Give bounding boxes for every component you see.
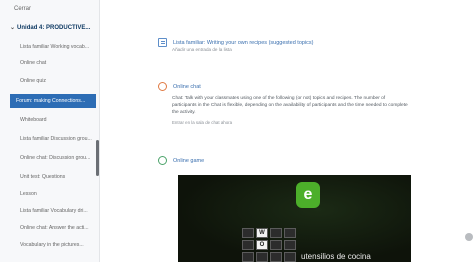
sidebar-item[interactable]: Lista familiar Working vocab... xyxy=(14,40,96,54)
chevron-down-icon: ⌄ xyxy=(10,25,16,31)
card-subtitle[interactable]: Añadir una entrada de la lista xyxy=(172,47,410,52)
sidebar-item[interactable]: Unit test: Questions xyxy=(14,170,96,184)
embedded-video[interactable]: e W O utensilios de cocina xyxy=(178,175,411,262)
grid-letter: W xyxy=(256,228,268,238)
sidebar-item[interactable]: Online chat: Answer the acti... xyxy=(14,221,96,235)
sidebar-top-item[interactable]: Cerrar xyxy=(14,6,31,12)
card-title-link[interactable]: Lista familiar: Writing your own recipes… xyxy=(173,40,314,46)
chat-icon xyxy=(158,82,167,91)
activity-card-chat: Online chat Chat: Talk with your classma… xyxy=(158,82,410,125)
crossword-grid: W O xyxy=(242,228,302,262)
course-sidebar: Cerrar ⌄ Unidad 4: PRODUCTIVE... Lista f… xyxy=(0,0,100,262)
sidebar-scrollbar[interactable] xyxy=(96,140,99,176)
sidebar-item[interactable]: Lista familiar Vocabulary dri... xyxy=(14,204,96,218)
card-action-link[interactable]: Entrar en la sala de chat ahora xyxy=(172,120,410,125)
card-title-link[interactable]: Online chat xyxy=(173,84,201,90)
sidebar-item[interactable]: Vocabulary in the pictures... xyxy=(14,238,96,252)
activity-card-list: Lista familiar: Writing your own recipes… xyxy=(158,38,410,52)
sidebar-item[interactable]: Whiteboard xyxy=(14,113,96,127)
scroll-to-top-button[interactable] xyxy=(465,233,473,241)
video-caption: utensilios de cocina xyxy=(301,252,371,261)
sidebar-item[interactable]: Online chat xyxy=(14,56,96,70)
activity-card-game: Online game xyxy=(158,156,410,165)
sidebar-item[interactable]: Lista familiar Discussion grou... xyxy=(14,132,96,146)
sidebar-section-header[interactable]: ⌄ Unidad 4: PRODUCTIVE... xyxy=(10,24,91,32)
grid-letter: O xyxy=(256,240,268,250)
sidebar-item-active[interactable]: Forum: making Connections... xyxy=(10,94,96,108)
card-title-link[interactable]: Online game xyxy=(173,158,204,164)
e-logo-icon: e xyxy=(296,182,320,208)
card-description: Chat: Talk with your classmates using on… xyxy=(172,96,408,115)
sidebar-item[interactable]: Online chat: Discussion grou... xyxy=(14,151,96,165)
sidebar-item[interactable]: Lesson xyxy=(14,187,96,201)
sidebar-item[interactable]: Online quiz xyxy=(14,74,96,88)
sidebar-section-title: Unidad 4: PRODUCTIVE... xyxy=(17,24,91,31)
link-icon xyxy=(158,156,167,165)
document-icon xyxy=(158,38,167,47)
